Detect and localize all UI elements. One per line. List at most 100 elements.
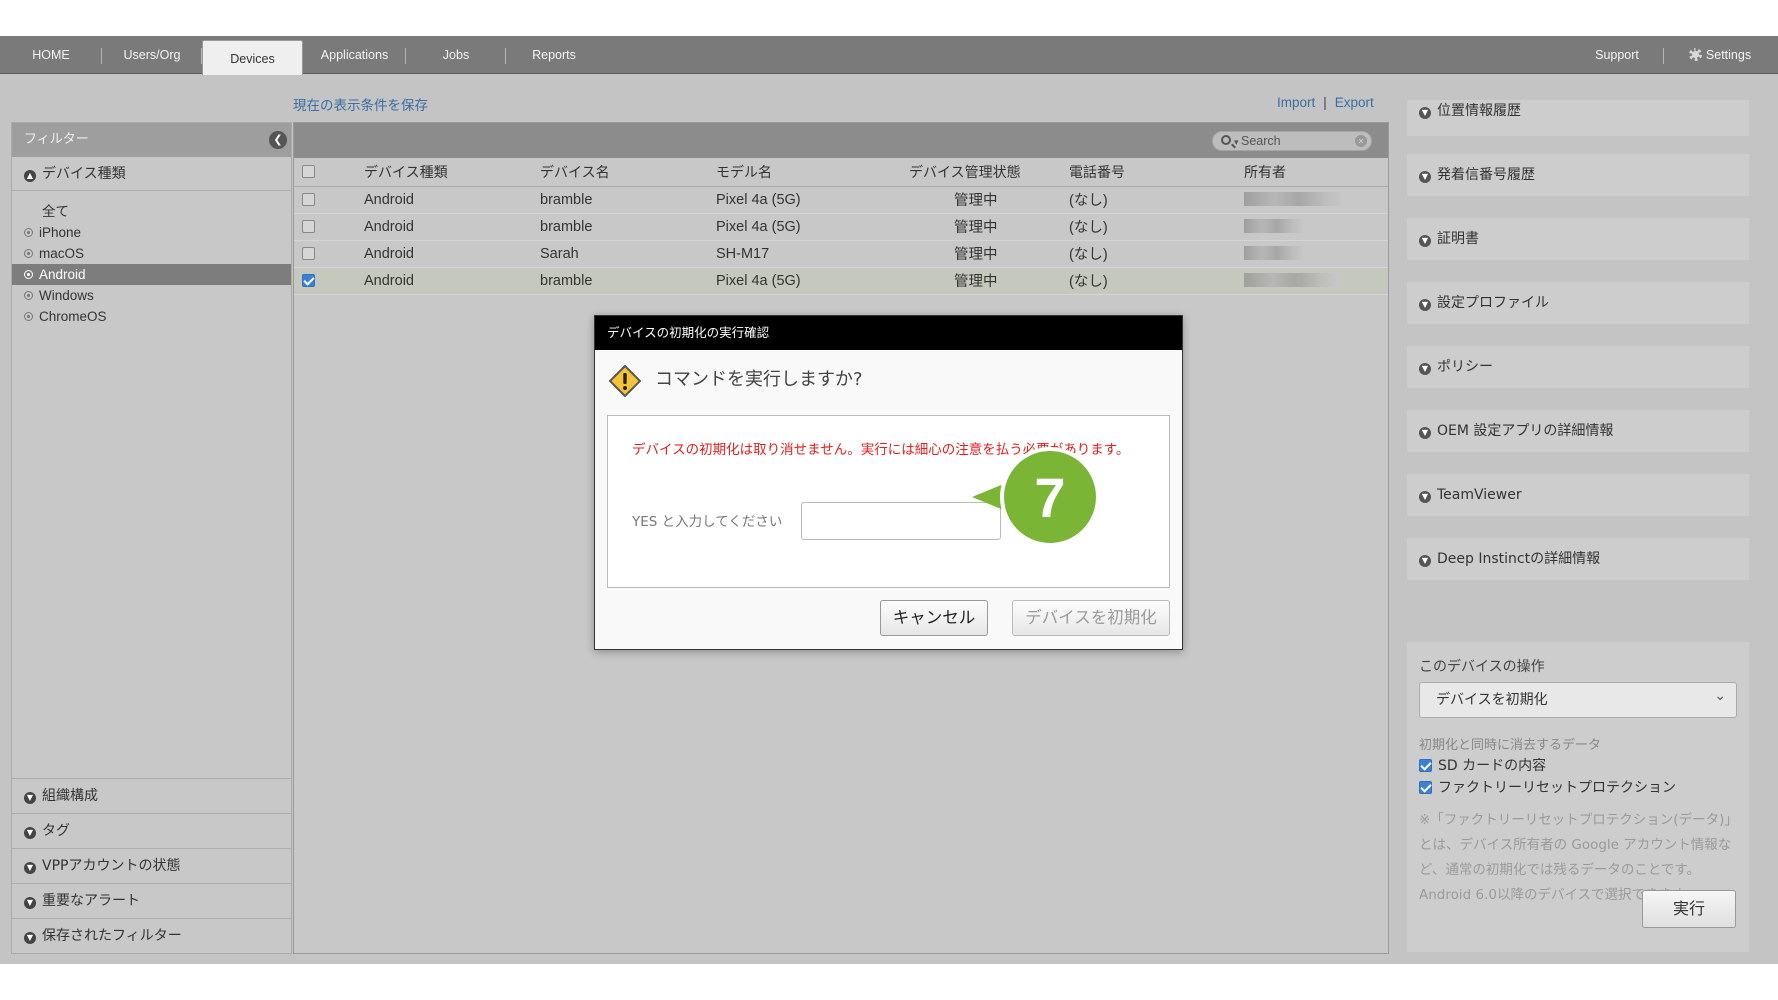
panel-item-policy[interactable]: ▼ ポリシー [1407,346,1749,388]
table-row[interactable]: Android bramble Pixel 4a (5G) 管理中 (なし) [294,213,1388,241]
section-saved-filters[interactable]: ▼ 保存されたフィルター [12,918,291,953]
cell-type: Android [364,186,540,214]
tab-jobs[interactable]: Jobs [406,36,506,74]
col-device-name[interactable]: デバイス名 [540,158,716,187]
row-checkbox[interactable] [302,246,315,260]
panel-item-deep-instinct[interactable]: ▼ Deep Instinctの詳細情報 [1407,538,1749,580]
panel-item-call-history[interactable]: ▼ 発着信番号履歴 [1407,154,1749,196]
section-alerts[interactable]: ▼ 重要なアラート [12,883,291,918]
device-type-iphone[interactable]: iPhone [12,222,291,243]
save-view-link[interactable]: 現在の表示条件を保存 [293,94,428,114]
owner-redacted [1244,218,1304,233]
panel-item-label: 発着信番号履歴 [1437,167,1535,183]
row-checkbox-cell [294,240,364,268]
table-row[interactable]: Android bramble Pixel 4a (5G) 管理中 (なし) [294,267,1388,295]
cell-owner [1244,267,1388,295]
device-type-label: Android [39,267,86,282]
cell-type: Android [364,240,540,268]
device-type-windows[interactable]: Windows [12,285,291,306]
cell-phone: (なし) [1069,240,1244,268]
tab-users-org[interactable]: Users/Org [102,36,202,74]
cell-owner [1244,186,1388,214]
tab-home[interactable]: HOME [0,36,102,74]
device-type-android[interactable]: Android [12,264,291,285]
section-label: 保存されたフィルター [42,928,182,944]
panel-item-location-history[interactable]: ▼ 位置情報履歴 [1407,100,1749,136]
search-input[interactable]: ▾ Search × [1212,131,1372,151]
settings-label: Settings [1705,48,1752,62]
device-table: デバイス種類 デバイス名 モデル名 デバイス管理状態 電話番号 所有者 Andr… [294,158,1388,295]
radio-icon [24,291,33,300]
execute-button[interactable]: 実行 [1642,890,1736,928]
row-checkbox[interactable] [302,219,315,233]
section-vpp[interactable]: ▼ VPPアカウントの状態 [12,848,291,883]
device-type-section-header[interactable]: ▲ デバイス種類 [12,157,291,191]
panel-item-label: 設定プロファイル [1437,295,1549,311]
tab-reports[interactable]: Reports [506,36,602,74]
cancel-button[interactable]: キャンセル [880,600,988,636]
col-device-type[interactable]: デバイス種類 [364,158,540,187]
chevron-down-icon: ▼ [1419,171,1431,183]
cell-model: Pixel 4a (5G) [716,267,909,295]
cell-name: bramble [540,267,716,295]
tab-settings[interactable]: Settings [1672,36,1768,74]
erase-sd-option[interactable]: SD カードの内容 [1419,755,1546,775]
import-link[interactable]: Import [1277,95,1315,110]
col-model[interactable]: モデル名 [716,158,909,187]
clear-icon[interactable]: × [1355,135,1367,147]
chevron-down-icon: ▼ [24,932,36,944]
erase-option-label: ファクトリーリセットプロテクション [1438,780,1676,796]
table-header-row: デバイス種類 デバイス名 モデル名 デバイス管理状態 電話番号 所有者 [294,158,1388,187]
panel-item-teamviewer[interactable]: ▼ TeamViewer [1407,474,1749,516]
panel-item-certificates[interactable]: ▼ 証明書 [1407,218,1749,260]
table-row[interactable]: Android bramble Pixel 4a (5G) 管理中 (なし) [294,186,1388,214]
device-type-macos[interactable]: macOS [12,243,291,264]
row-checkbox-cell [294,186,364,214]
device-type-chromeos[interactable]: ChromeOS [12,306,291,327]
device-type-all[interactable]: 全て [12,201,291,222]
chevron-down-icon: ▼ [1419,299,1431,311]
section-label: 重要なアラート [42,893,140,909]
erase-sd-checkbox[interactable] [1419,759,1432,772]
panel-item-profiles[interactable]: ▼ 設定プロファイル [1407,282,1749,324]
chevron-down-icon: ▼ [1419,491,1431,503]
radio-icon [24,228,33,237]
collapse-sidebar-icon[interactable]: ❮ [269,131,287,149]
chevron-up-icon: ▲ [24,170,36,182]
row-checkbox-checked[interactable] [302,273,315,287]
export-link[interactable]: Export [1335,95,1374,110]
section-label: タグ [42,823,70,839]
cell-name: bramble [540,186,716,214]
collapsed-filter-sections: ▼ 組織構成 ▼ タグ ▼ VPPアカウントの状態 ▼ 重要なアラート ▼ 保存されたフィ… [12,778,291,953]
erase-frp-option[interactable]: ファクトリーリセットプロテクション [1419,777,1676,797]
search-placeholder: Search [1241,134,1281,148]
device-detail-panel: ▼ 位置情報履歴 ▼ 発着信番号履歴 ▼ 証明書 ▼ 設定プロファイル ▼ ポリシー ▼ O… [1407,100,1749,954]
panel-item-label: 証明書 [1437,231,1479,247]
wipe-device-button[interactable]: デバイスを初期化 [1012,600,1170,636]
table-toolbar: ▾ Search × [294,123,1388,158]
operation-select[interactable]: デバイスを初期化 [1419,679,1737,718]
tab-devices[interactable]: Devices [202,40,303,75]
caret-down-icon: ▾ [1234,137,1239,147]
cell-status: 管理中 [909,186,1069,214]
erase-frp-checkbox[interactable] [1419,781,1432,794]
row-checkbox[interactable] [302,192,315,206]
cell-status: 管理中 [909,267,1069,295]
section-tags[interactable]: ▼ タグ [12,813,291,848]
cell-status: 管理中 [909,213,1069,241]
link-separator: | [1323,95,1327,110]
tab-support[interactable]: Support [1570,36,1664,74]
section-label: VPPアカウントの状態 [42,858,181,874]
select-all-cell [294,158,364,187]
col-status[interactable]: デバイス管理状態 [909,158,1069,187]
chevron-down-icon: ▼ [1419,363,1431,375]
tab-applications[interactable]: Applications [303,36,406,74]
dialog-question-row: コマンドを実行しますか? [595,350,1182,410]
panel-item-oem-config[interactable]: ▼ OEM 設定アプリの詳細情報 [1407,410,1749,452]
section-org[interactable]: ▼ 組織構成 [12,778,291,813]
select-all-checkbox[interactable] [302,164,315,178]
radio-icon [24,312,33,321]
table-row[interactable]: Android Sarah SH-M17 管理中 (なし) [294,240,1388,268]
col-phone[interactable]: 電話番号 [1069,158,1244,187]
col-owner[interactable]: 所有者 [1244,158,1388,187]
